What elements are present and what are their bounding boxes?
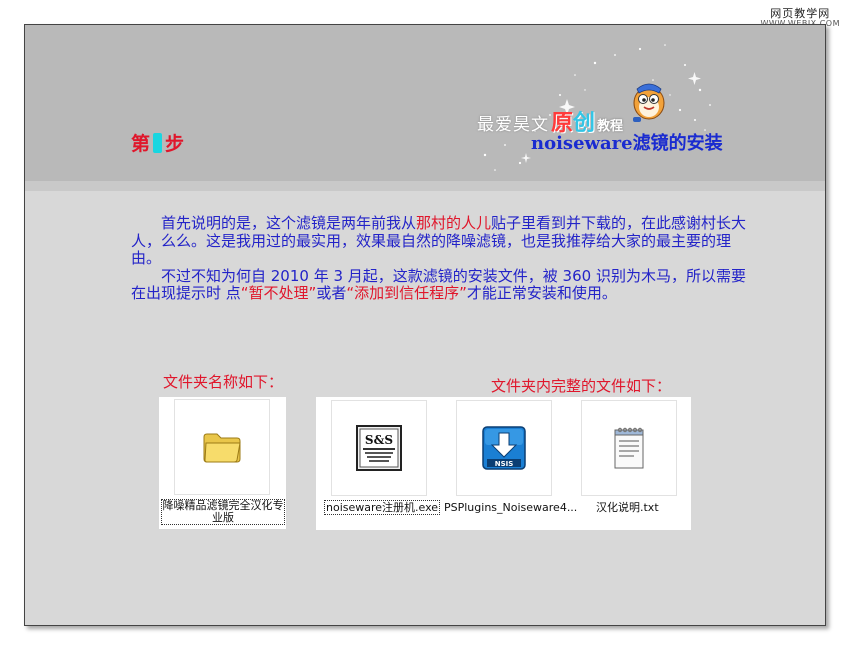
step-number-marker: [153, 132, 163, 153]
tutorial-subtitle: noiseware滤镜的安装: [531, 133, 723, 154]
intro-paragraph-2: 不过不知为何自 2010 年 3 月起，这款滤镜的安装文件，被 360 识别为木…: [131, 267, 751, 303]
step-suffix: 步: [165, 133, 185, 155]
p2-text-after: 才能正常安装和使用。: [466, 284, 617, 302]
file-name-keygen[interactable]: noiseware注册机.exe: [324, 500, 441, 515]
file-item-installer[interactable]: NSIS: [456, 400, 552, 496]
folder-name-label[interactable]: 降噪精品滤镜完全汉化专业版: [161, 499, 285, 525]
intro-text: 首先说明的是，这个滤镜是两年前我从那村的人儿贴子里看到并下载的，在此感谢村长大人…: [131, 214, 751, 303]
files-preview-box: S&S noiseware注册机.exe NSIS PSPlugins_Nois…: [316, 397, 691, 530]
penguin-mascot-icon: [633, 83, 665, 122]
folder-name-heading: 文件夹名称如下：: [163, 373, 284, 391]
quote-trust: “添加到信任程序”: [346, 284, 467, 302]
folder-icon: [203, 433, 241, 463]
quote-ignore: “暂不处理”: [240, 284, 317, 302]
step-title: 第 步: [131, 129, 184, 156]
folder-preview-box: 降噪精品滤镜完全汉化专业版: [159, 397, 286, 529]
notepad-text-icon: [614, 427, 644, 469]
nsis-installer-icon: NSIS: [482, 426, 526, 470]
sas-keygen-icon: S&S: [356, 425, 402, 471]
file-item-readme[interactable]: [581, 400, 677, 496]
p1-text-before: 首先说明的是，这个滤镜是两年前我从: [161, 214, 417, 232]
intro-paragraph-1: 首先说明的是，这个滤镜是两年前我从那村的人儿贴子里看到并下载的，在此感谢村长大人…: [131, 214, 751, 268]
step-prefix: 第: [131, 133, 151, 155]
svg-text:S&S: S&S: [365, 433, 393, 447]
p2-text-mid: 或者: [316, 284, 347, 302]
file-item-keygen[interactable]: S&S: [331, 400, 427, 496]
header-divider-strip: [25, 181, 825, 191]
folder-contents-heading: 文件夹内完整的文件如下：: [491, 377, 672, 395]
file-name-readme[interactable]: 汉化说明.txt: [596, 501, 659, 514]
svg-text:NSIS: NSIS: [495, 460, 514, 468]
folder-item[interactable]: [174, 399, 270, 495]
forum-user-link[interactable]: 那村的人儿: [416, 214, 491, 232]
file-name-installer[interactable]: PSPlugins_Noiseware4...: [444, 501, 577, 514]
tutorial-panel: 第 步 最爱昊文 原 创 教程 noiseware滤镜的安装 首先说明的是，这个…: [24, 24, 826, 626]
